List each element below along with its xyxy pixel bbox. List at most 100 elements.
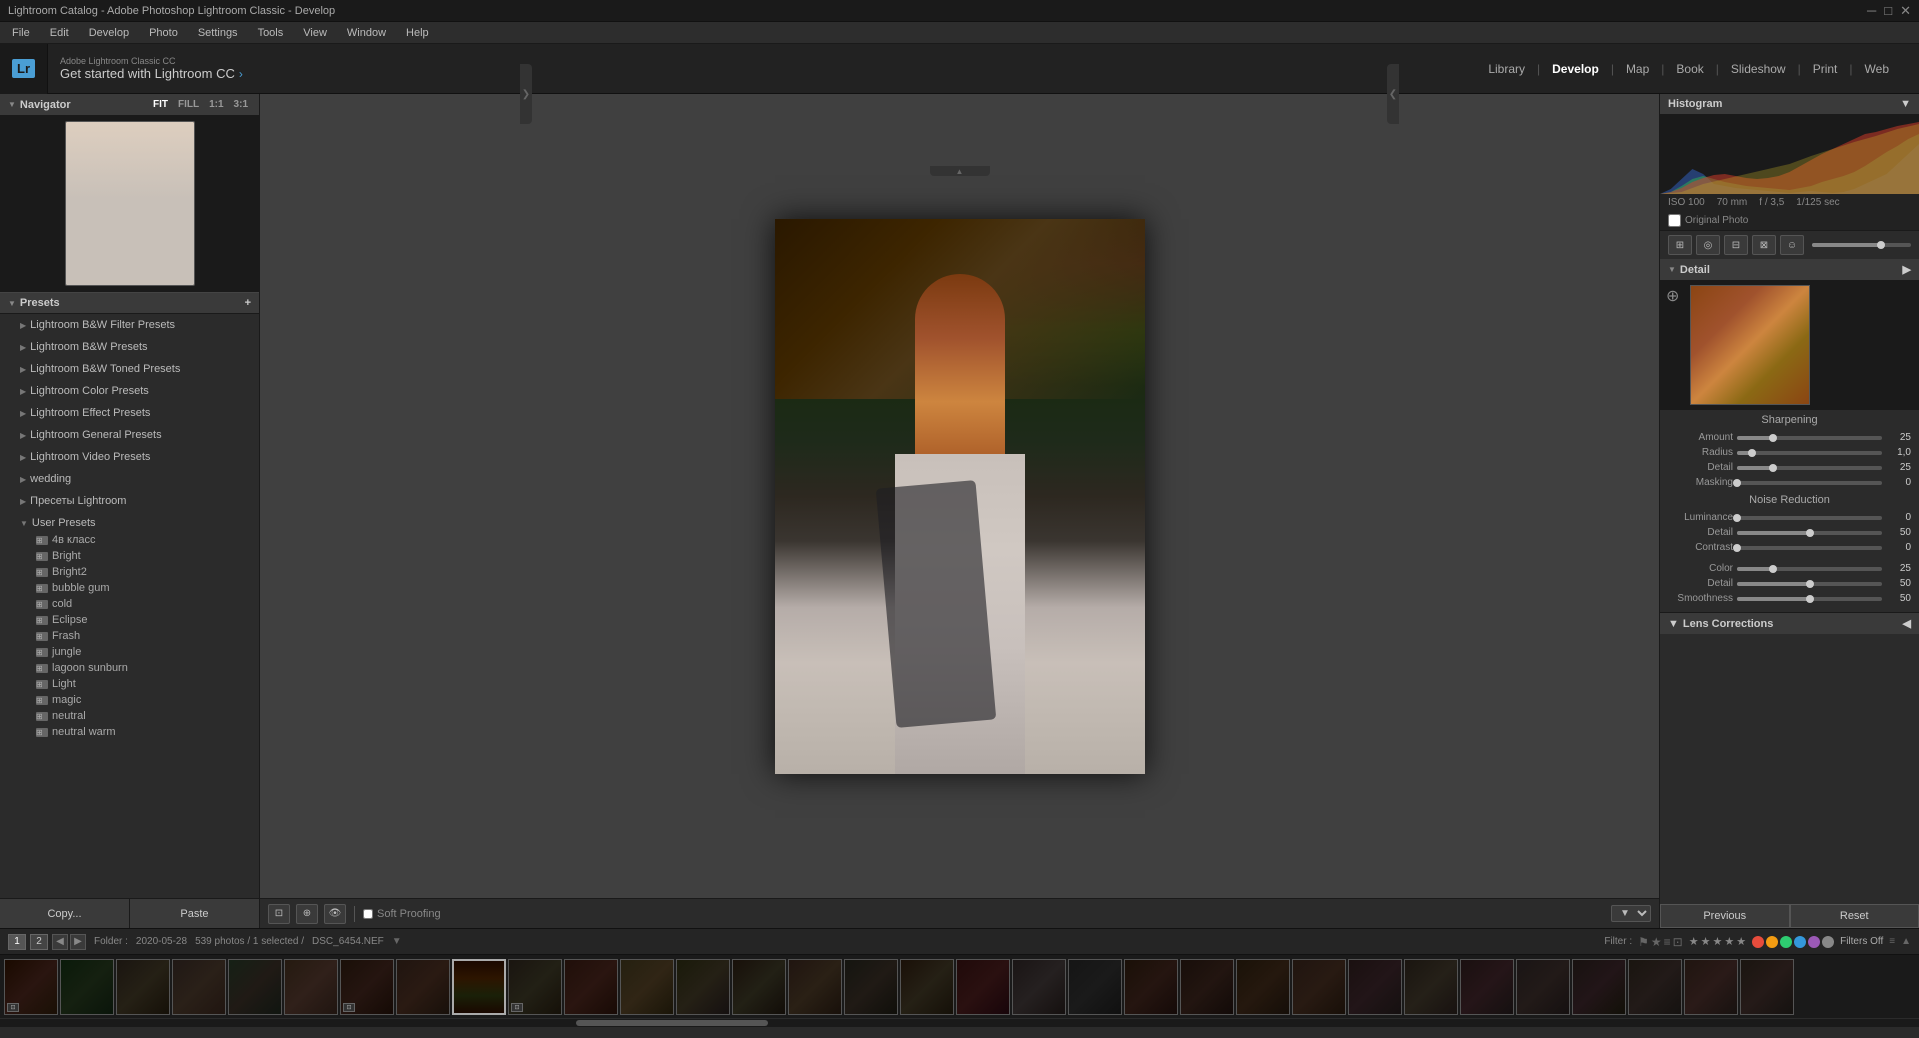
preset-bright[interactable]: ⊞ Bright (0, 548, 259, 564)
film-thumb-30[interactable] (1628, 959, 1682, 1015)
nr-detail-thumb[interactable] (1806, 529, 1814, 537)
nr-color-detail-thumb[interactable] (1806, 580, 1814, 588)
filmstrip-scroll-thumb[interactable] (576, 1020, 768, 1026)
film-thumb-1[interactable]: ⊡ (4, 959, 58, 1015)
film-thumb-3[interactable] (116, 959, 170, 1015)
view-compare-button[interactable]: ⊟ (1724, 235, 1748, 255)
nr-color-slider[interactable] (1737, 567, 1882, 571)
preset-group-bw-header[interactable]: ▶ Lightroom B&W Presets (0, 338, 259, 356)
film-thumb-17[interactable] (900, 959, 954, 1015)
soft-proofing-checkbox[interactable] (363, 909, 373, 919)
nr-smoothness-slider[interactable] (1737, 597, 1882, 601)
film-thumb-20[interactable] (1068, 959, 1122, 1015)
menu-help[interactable]: Help (402, 25, 433, 41)
film-thumb-32[interactable] (1740, 959, 1794, 1015)
sharpening-radius-slider[interactable] (1737, 451, 1882, 455)
zoom-fill[interactable]: FILL (175, 98, 202, 111)
filmstrip-prev-arrow[interactable]: ◀ (52, 934, 68, 950)
film-thumb-14[interactable] (732, 959, 786, 1015)
preset-light[interactable]: ⊞ Light (0, 676, 259, 692)
film-thumb-27[interactable] (1460, 959, 1514, 1015)
lens-triangle[interactable]: ▼ (1668, 618, 1679, 630)
zoom-1-1[interactable]: 1:1 (206, 98, 226, 111)
nr-color-detail-slider[interactable] (1737, 582, 1882, 586)
preset-neutral[interactable]: ⊞ neutral (0, 708, 259, 724)
film-thumb-26[interactable] (1404, 959, 1458, 1015)
preset-group-wedding-header[interactable]: ▶ wedding (0, 470, 259, 488)
view-zoom-slider[interactable] (1812, 243, 1911, 247)
sharpening-amount-slider[interactable] (1737, 436, 1882, 440)
preset-lagoon[interactable]: ⊞ lagoon sunburn (0, 660, 259, 676)
lens-collapse[interactable]: ◀ (1903, 617, 1911, 630)
get-started[interactable]: Get started with Lightroom CC › (60, 66, 1466, 81)
top-collapse-arrow[interactable]: ▲ (930, 166, 990, 176)
preset-cold[interactable]: ⊞ cold (0, 596, 259, 612)
presets-header[interactable]: ▼ Presets + (0, 292, 259, 314)
preset-bubblegum[interactable]: ⊞ bubble gum (0, 580, 259, 596)
color-flag-gray[interactable] (1822, 936, 1834, 948)
spot-removal-button[interactable]: ⊕ (296, 904, 318, 924)
nr-smoothness-thumb[interactable] (1806, 595, 1814, 603)
redeye-button[interactable]: 👁 (324, 904, 346, 924)
menu-view[interactable]: View (299, 25, 331, 41)
film-thumb-28[interactable] (1516, 959, 1570, 1015)
film-thumb-18[interactable] (956, 959, 1010, 1015)
preset-magic[interactable]: ⊞ magic (0, 692, 259, 708)
nr-luminance-slider[interactable] (1737, 516, 1882, 520)
film-thumb-16[interactable] (844, 959, 898, 1015)
menu-settings[interactable]: Settings (194, 25, 242, 41)
preset-4klass[interactable]: ⊞ 4в класс (0, 532, 259, 548)
view-people-button[interactable]: ☺ (1780, 235, 1804, 255)
filters-expand-icon[interactable]: ≡ (1889, 936, 1895, 947)
color-flag-red[interactable] (1752, 936, 1764, 948)
original-photo-checkbox[interactable] (1668, 214, 1681, 227)
sharpening-amount-thumb[interactable] (1769, 434, 1777, 442)
star-5[interactable]: ★ (1736, 935, 1746, 948)
menu-window[interactable]: Window (343, 25, 390, 41)
view-grid-button[interactable]: ⊞ (1668, 235, 1692, 255)
color-flag-blue[interactable] (1794, 936, 1806, 948)
nr-contrast-slider[interactable] (1737, 546, 1882, 550)
close-button[interactable]: ✕ (1900, 3, 1911, 19)
film-thumb-10[interactable]: ⊡ (508, 959, 562, 1015)
preset-group-lightroom-ru-header[interactable]: ▶ Пресеты Lightroom (0, 492, 259, 510)
filmstrip-next-arrow[interactable]: ▶ (70, 934, 86, 950)
maximize-button[interactable]: □ (1884, 3, 1892, 19)
nr-luminance-thumb[interactable] (1733, 514, 1741, 522)
menu-file[interactable]: File (8, 25, 34, 41)
presets-add-button[interactable]: + (245, 297, 251, 309)
right-panel-collapse-arrow[interactable]: ❮ (1387, 64, 1399, 124)
filters-options-icon[interactable]: ▲ (1901, 936, 1911, 947)
film-thumb-19[interactable] (1012, 959, 1066, 1015)
module-library[interactable]: Library (1478, 58, 1535, 80)
navigator-triangle[interactable]: ▼ (8, 100, 16, 109)
minimize-button[interactable]: ─ (1867, 3, 1876, 19)
film-thumb-12[interactable] (620, 959, 674, 1015)
window-controls[interactable]: ─ □ ✕ (1867, 3, 1911, 19)
film-thumb-31[interactable] (1684, 959, 1738, 1015)
filmstrip-page-2[interactable]: 2 (30, 934, 48, 950)
module-slideshow[interactable]: Slideshow (1721, 58, 1796, 80)
film-thumb-25[interactable] (1348, 959, 1402, 1015)
color-flag-green[interactable] (1780, 936, 1792, 948)
film-thumb-8[interactable] (396, 959, 450, 1015)
preset-group-bw-filter-header[interactable]: ▶ Lightroom B&W Filter Presets (0, 316, 259, 334)
film-thumb-11[interactable] (564, 959, 618, 1015)
star-4[interactable]: ★ (1724, 935, 1734, 948)
detail-collapse[interactable]: ▶ (1903, 263, 1911, 276)
film-thumb-13[interactable] (676, 959, 730, 1015)
film-thumb-5[interactable] (228, 959, 282, 1015)
preset-group-general-header[interactable]: ▶ Lightroom General Presets (0, 426, 259, 444)
reset-button[interactable]: Reset (1790, 904, 1919, 928)
sharpening-detail-slider[interactable] (1737, 466, 1882, 470)
module-web[interactable]: Web (1855, 58, 1899, 80)
preset-bright2[interactable]: ⊞ Bright2 (0, 564, 259, 580)
menu-develop[interactable]: Develop (85, 25, 133, 41)
filmstrip-page-1[interactable]: 1 (8, 934, 26, 950)
menu-photo[interactable]: Photo (145, 25, 182, 41)
crop-tool-button[interactable]: ⊡ (268, 904, 290, 924)
module-book[interactable]: Book (1666, 58, 1713, 80)
sharpening-masking-thumb[interactable] (1733, 479, 1741, 487)
menu-edit[interactable]: Edit (46, 25, 73, 41)
star-2[interactable]: ★ (1701, 935, 1711, 948)
